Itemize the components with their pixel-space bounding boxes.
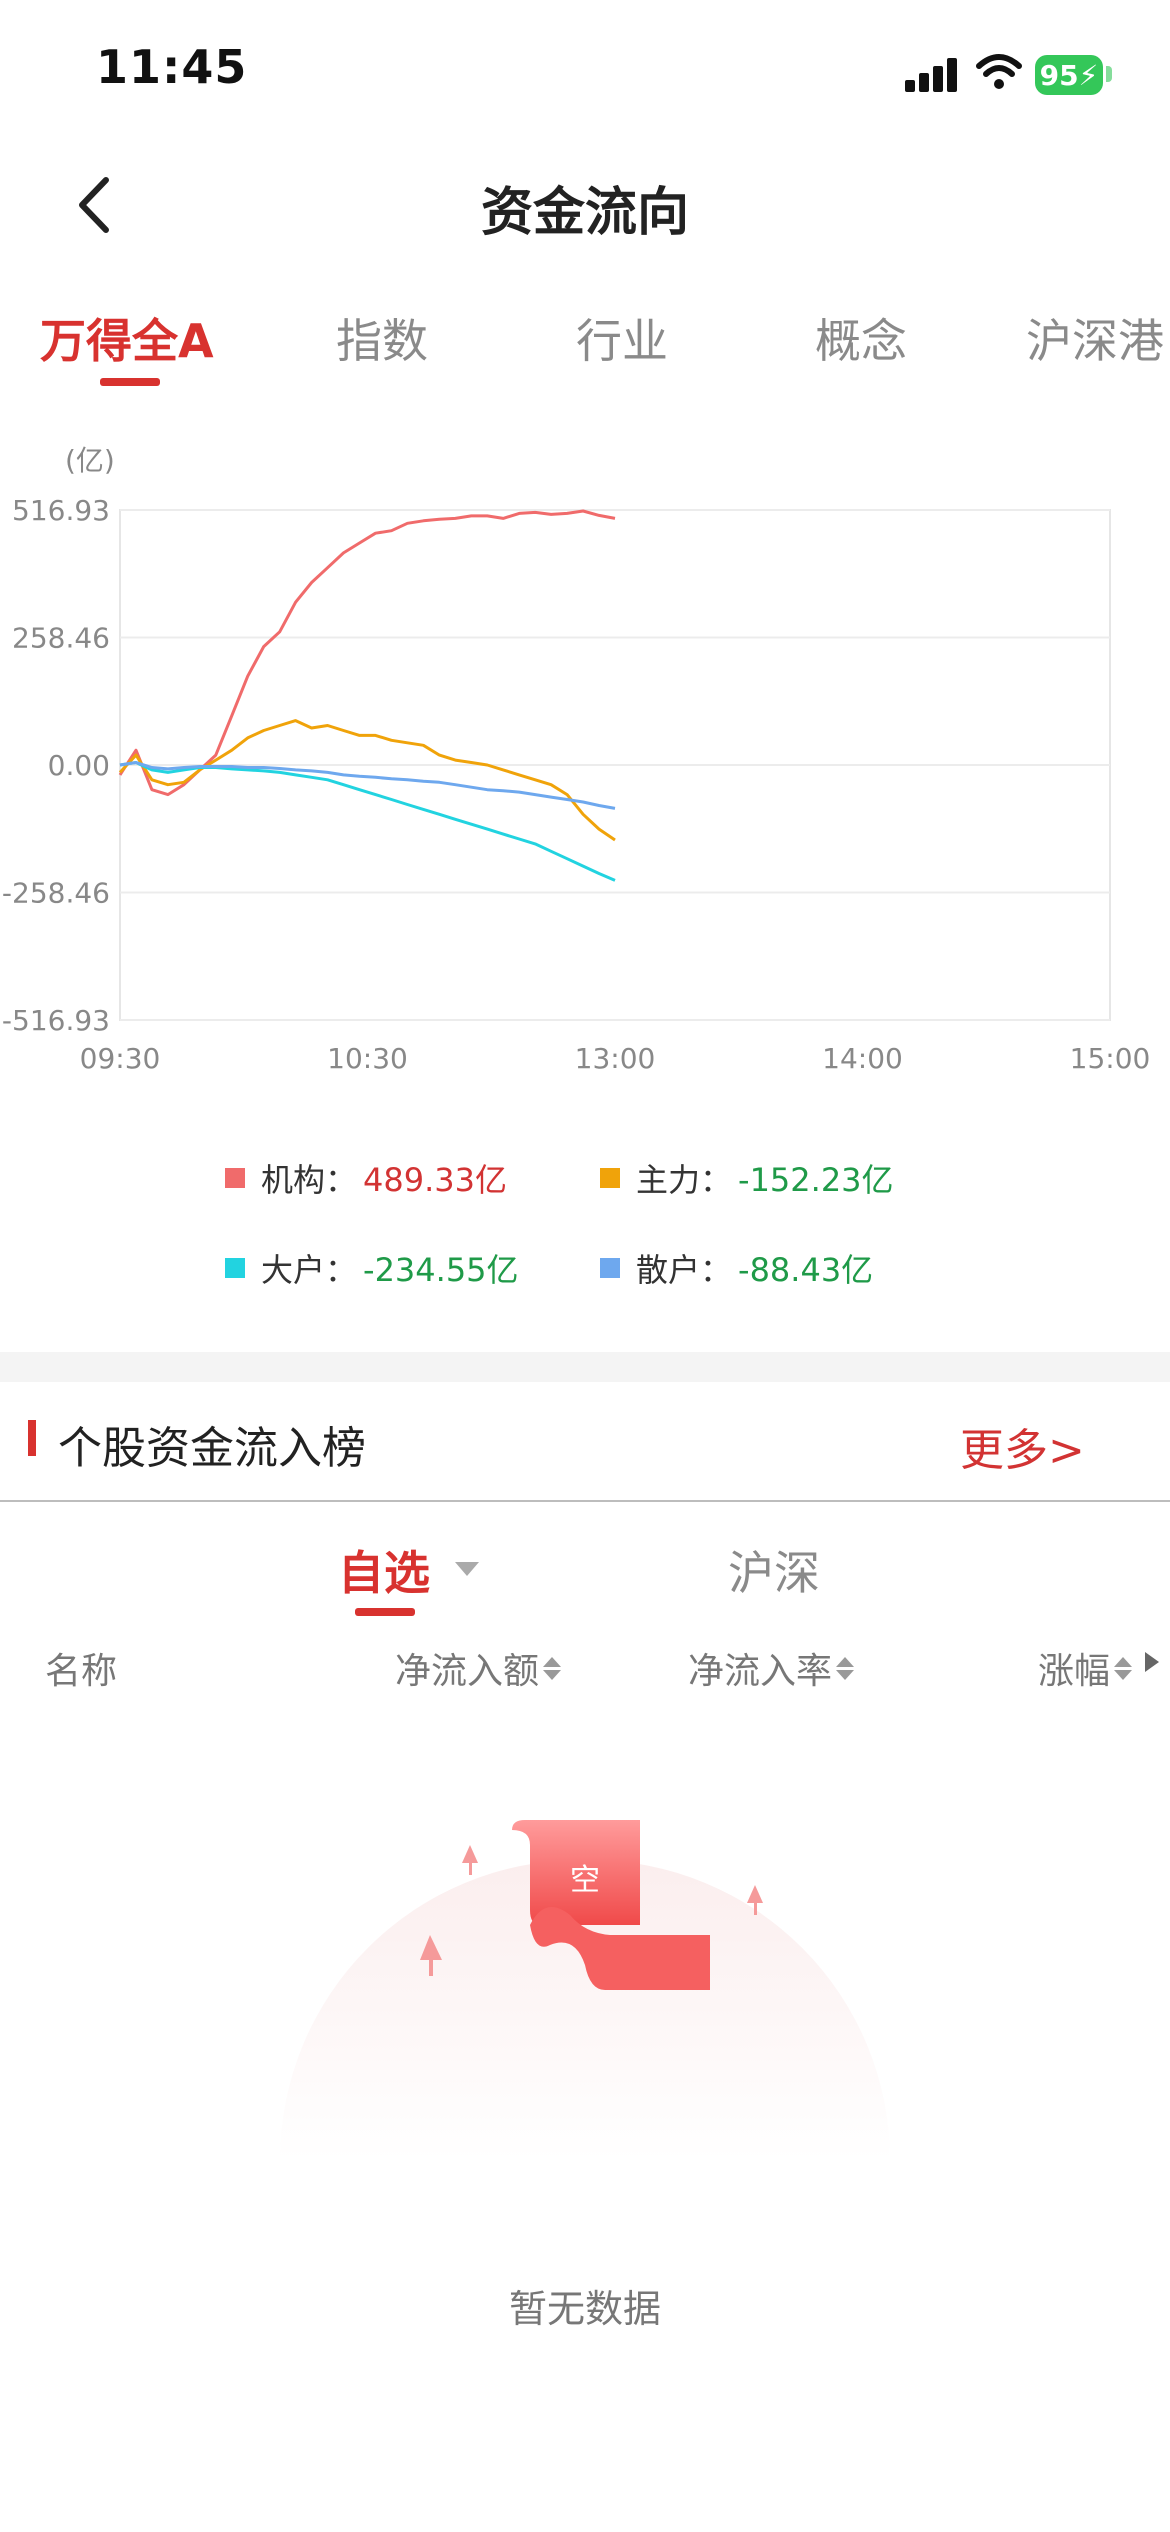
y-unit-label: (亿)	[65, 444, 115, 477]
column-net-inflow-label: 净流入额	[395, 1651, 540, 1692]
legend-item-main: 主力： -152.23亿	[600, 1155, 894, 1201]
section-title: 个股资金流入榜	[58, 1423, 366, 1474]
scroll-right-icon[interactable]	[1145, 1652, 1159, 1672]
sort-icon[interactable]	[1114, 1656, 1133, 1680]
signal-icon	[905, 58, 957, 92]
y-tick-label: -516.93	[2, 1004, 110, 1037]
tab-index[interactable]: 指数	[336, 305, 428, 371]
legend-label: 散户：	[636, 1251, 733, 1289]
legend-item-institution: 机构： 489.33亿	[225, 1155, 507, 1201]
battery-tip	[1106, 66, 1112, 82]
legend-label: 机构：	[261, 1161, 358, 1199]
legend-item-retail: 散户： -88.43亿	[600, 1245, 873, 1291]
sort-icon[interactable]	[543, 1656, 562, 1680]
fund-flow-chart: (亿) 516.93 258.46 0.00 -258.46 -516.93 09:30…	[2, 444, 1151, 1075]
column-name: 名称	[45, 1642, 117, 1694]
legend-value: 489.33亿	[363, 1161, 507, 1199]
x-tick-label: 15:00	[1070, 1042, 1151, 1075]
section-divider	[0, 1352, 1170, 1382]
sort-icon[interactable]	[836, 1656, 855, 1680]
legend-value: -234.55亿	[363, 1251, 519, 1289]
tab-hk-connect[interactable]: 沪深港	[1026, 305, 1164, 371]
subtab-shanghai-shenzhen[interactable]: 沪深	[728, 1537, 820, 1603]
y-tick-label: 516.93	[12, 494, 110, 527]
legend-swatch	[225, 1258, 245, 1278]
column-name-label: 名称	[45, 1651, 118, 1692]
page-title: 资金流向	[480, 183, 689, 243]
subtab-watchlist[interactable]: 自选	[338, 1537, 430, 1603]
battery-icon: 95 ⚡	[1035, 55, 1103, 95]
section-marker	[28, 1420, 36, 1456]
legend-swatch	[600, 1258, 620, 1278]
empty-badge-text: 空	[570, 1863, 600, 1898]
empty-scroll-icon: 空	[420, 1820, 763, 1990]
x-tick-label: 14:00	[822, 1042, 903, 1075]
legend-value: -152.23亿	[738, 1161, 894, 1199]
legend-value: -88.43亿	[738, 1251, 874, 1289]
section-rule	[0, 1500, 1170, 1502]
column-change-label: 涨幅	[1038, 1651, 1111, 1692]
tab-industry[interactable]: 行业	[576, 305, 668, 371]
y-tick-label: 258.46	[12, 622, 110, 655]
x-tick-label: 13:00	[575, 1042, 656, 1075]
legend-label: 主力：	[636, 1161, 733, 1199]
subtab-indicator	[355, 1608, 415, 1616]
series-line-机构	[118, 509, 616, 797]
wifi-icon	[976, 54, 1022, 89]
y-tick-label: 0.00	[48, 749, 110, 782]
empty-message: 暂无数据	[508, 2287, 661, 2331]
y-tick-label: -258.46	[2, 877, 110, 910]
tab-indicator	[100, 378, 160, 386]
legend-swatch	[600, 1168, 620, 1188]
more-link[interactable]: 更多>	[960, 1414, 1085, 1478]
legend-label: 大户：	[261, 1251, 358, 1289]
legend-swatch	[225, 1168, 245, 1188]
legend-item-large: 大户： -234.55亿	[225, 1245, 519, 1291]
column-change[interactable]: 涨幅	[1038, 1642, 1133, 1694]
x-tick-label: 10:30	[327, 1042, 408, 1075]
series-line-主力	[118, 719, 616, 842]
column-net-rate[interactable]: 净流入率	[688, 1642, 855, 1694]
status-time: 11:45	[96, 40, 248, 94]
back-icon[interactable]	[70, 170, 130, 240]
tab-wind-all-a[interactable]: 万得全A	[40, 305, 214, 371]
dropdown-arrow-icon[interactable]	[455, 1562, 479, 1576]
column-net-rate-label: 净流入率	[688, 1651, 833, 1692]
tab-concept[interactable]: 概念	[815, 305, 907, 371]
x-tick-label: 09:30	[80, 1042, 161, 1075]
column-net-inflow[interactable]: 净流入额	[395, 1642, 562, 1694]
